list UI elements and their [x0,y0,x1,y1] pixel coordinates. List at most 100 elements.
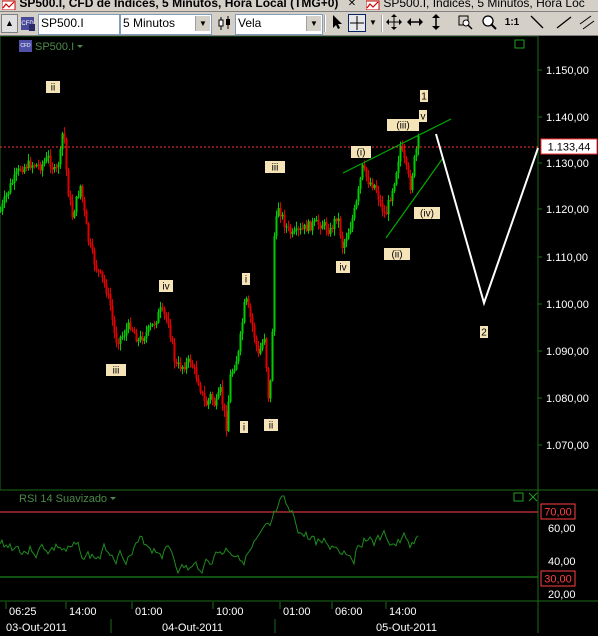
candle-body [37,164,40,166]
candle-body [195,367,198,379]
candle-body [291,231,294,235]
chart-tab-active[interactable]: SP500.I, CFD de Índices, 5 Minutos, Hora… [1,0,338,11]
candle-body [115,333,118,344]
wave-projection-line[interactable] [435,133,539,307]
date-axis-label: 04-Out-2011 [162,622,223,633]
candle-body [269,380,272,399]
candle-body [73,211,76,218]
candle-body [353,207,356,219]
candle-body [43,161,46,164]
price-axis-label: 1.130,00 [546,158,589,170]
candle-body [339,218,342,236]
rsi-axis-label: 60,00 [548,523,576,535]
wave-label: (iv) [420,209,434,220]
chart-type-select[interactable]: Vela ▼ [235,14,323,35]
candle-body [45,157,48,162]
candle-body [25,166,28,169]
candle-body [293,230,296,232]
candle-body [201,392,204,394]
candle-body [151,324,154,326]
candle-body [1,203,4,211]
candle-body [169,324,172,339]
price-axis-label: 1.110,00 [546,252,588,264]
candle-body [21,169,24,173]
candle-body [367,176,370,185]
candle-body [53,166,56,170]
candle-body [403,149,406,159]
price-axis-label: 1.120,00 [546,204,589,216]
candle-body [383,211,386,213]
wave-label: (i) [357,148,366,159]
close-tab-icon[interactable]: ✕ [346,0,358,10]
candle-body [295,228,298,231]
candle-body [249,306,252,318]
wave-label: ii [269,421,273,432]
current-price-label: 1.133,44 [548,142,591,154]
candle-body [287,226,290,228]
time-axis-label: 10:00 [216,606,244,618]
rsi-line [0,495,419,575]
candle-body [91,244,94,251]
zoom-one-to-one-button[interactable]: 1:1 [503,14,521,32]
candle-body [229,374,232,402]
candle-body [57,164,60,168]
interval-dropdown-arrow[interactable]: ▼ [195,16,210,31]
cursor-dropdown-arrow[interactable]: ▼ [368,14,378,32]
candle-body [83,199,86,211]
wave-label: iii [272,163,279,174]
candle-body [31,165,34,168]
candle-body [165,314,168,319]
chart-tab-inactive[interactable]: SP500.I, Índices, 5 Minutos, Hora Loc [365,0,585,11]
chart-canvas[interactable]: 1.150,00 1.140,00 1.130,00 1.120,00 1.110,00… [0,35,598,634]
trendline-tool-icon[interactable] [555,14,573,32]
candle-body [391,190,394,201]
candle-body [319,224,322,229]
price-panel-maximize-icon[interactable] [514,39,525,49]
price-axis-label: 1.070,00 [546,440,589,452]
candle-body [349,228,352,233]
candle-body [243,301,246,323]
candle-body [121,336,124,338]
candle-body [157,311,160,323]
chart-area[interactable]: 1.150,00 1.140,00 1.130,00 1.120,00 1.110,00… [0,35,598,634]
parallel-lines-tool-icon[interactable] [578,14,596,32]
candle-body [387,199,390,215]
candle-body [123,335,126,337]
candle-body [337,218,340,221]
rsi-close-icon[interactable] [528,492,538,502]
zoom-rectangle-icon[interactable] [456,14,474,32]
candle-body [303,224,306,229]
candle-body [323,222,326,226]
move-horizontal-icon[interactable] [406,14,424,32]
rsi-maximize-icon[interactable] [513,492,524,502]
price-axis-label: 1.100,00 [546,299,589,311]
candle-body [33,165,36,167]
crosshair-tool-icon[interactable] [348,14,366,32]
candle-body [189,358,192,364]
candle-body [343,241,346,249]
candle-body [71,200,74,218]
collapse-up-icon[interactable]: ▲ [1,14,18,33]
candle-body [109,294,112,306]
symbol-legend-dropdown-icon[interactable] [77,45,83,48]
candle-body [283,214,286,228]
candle-body [105,283,108,295]
move-chart-icon[interactable] [385,14,403,32]
zoom-icon[interactable] [480,14,498,32]
rsi-dropdown-icon[interactable] [110,497,116,500]
candle-body [127,322,130,330]
wave-label: 1 [421,92,427,103]
candle-body [41,163,44,171]
move-vertical-icon[interactable] [427,14,445,32]
line-tool-icon[interactable] [528,14,546,32]
candle-body [395,172,398,185]
interval-select[interactable]: 5 Minutos ▼ [120,14,212,35]
candle-body [223,404,226,412]
candle-body [389,199,392,201]
symbol-input[interactable]: SP500.I [38,14,120,35]
candle-body [143,338,146,342]
pointer-tool-icon[interactable] [328,14,346,32]
candle-body [193,367,196,369]
chart-type-dropdown-arrow[interactable]: ▼ [306,16,321,31]
candle-body [99,270,102,272]
